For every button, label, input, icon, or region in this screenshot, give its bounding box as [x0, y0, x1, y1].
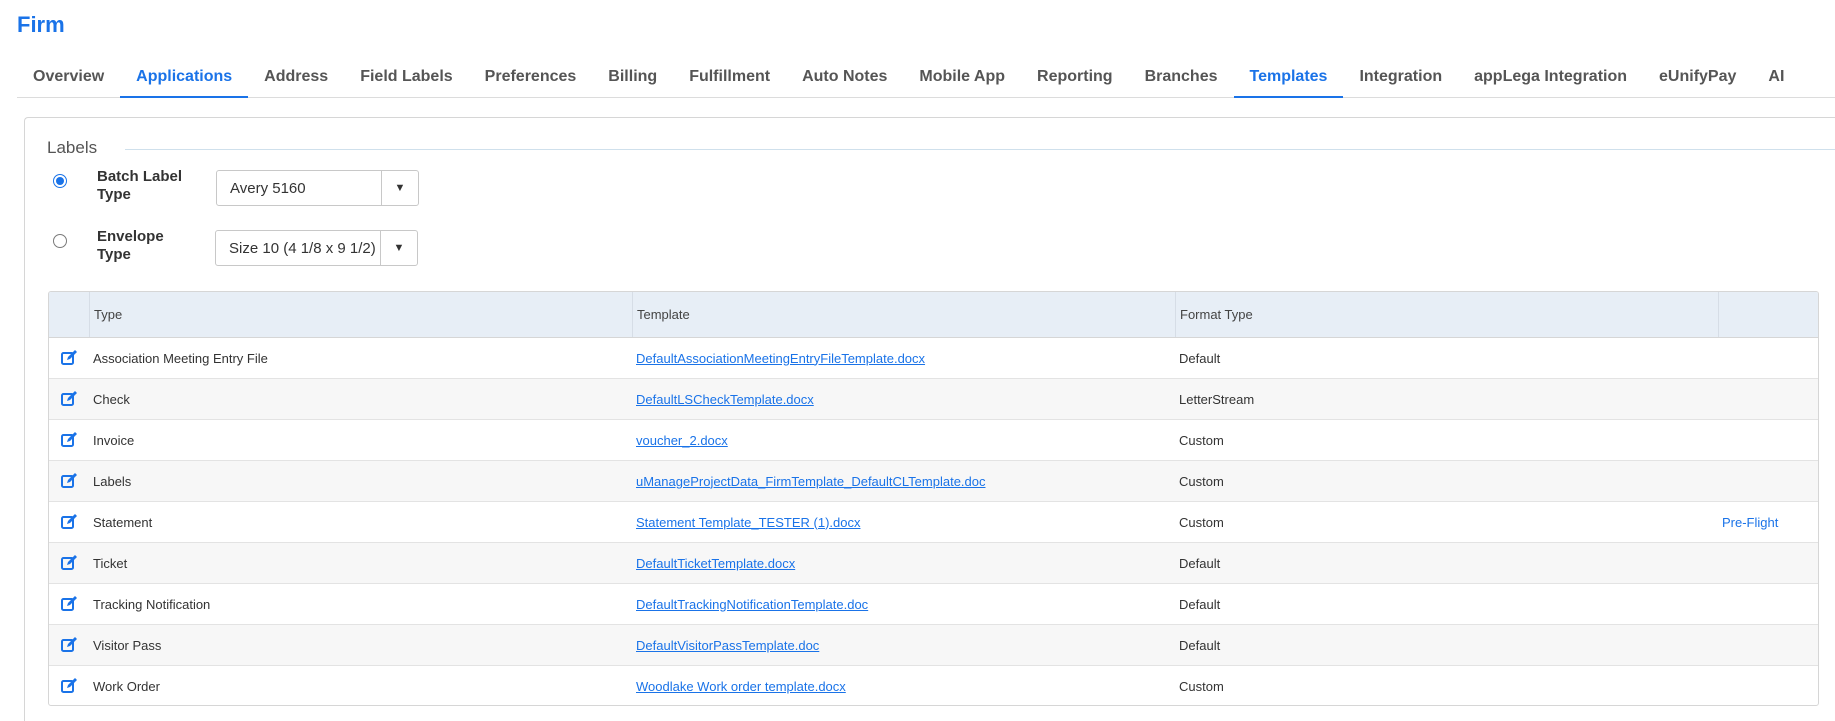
- tab-mobile-app[interactable]: Mobile App: [903, 58, 1021, 98]
- batch-label-radio[interactable]: [53, 174, 67, 188]
- grid-header: Type Template Format Type: [49, 292, 1818, 338]
- header-format-type[interactable]: Format Type: [1175, 292, 1718, 337]
- tab-eunifypay[interactable]: eUnifyPay: [1643, 58, 1752, 98]
- cell-format-type: LetterStream: [1179, 391, 1255, 407]
- template-link[interactable]: DefaultTrackingNotificationTemplate.doc: [636, 597, 868, 612]
- cell-template: DefaultAssociationMeetingEntryFileTempla…: [632, 351, 1175, 366]
- cell-type: Visitor Pass: [93, 637, 162, 653]
- tab-ai[interactable]: AI: [1752, 58, 1800, 98]
- cell-format-type: Custom: [1179, 473, 1224, 489]
- tab-billing[interactable]: Billing: [592, 58, 673, 98]
- caret-down-icon[interactable]: ▼: [380, 231, 417, 265]
- labels-legend: Labels: [47, 138, 98, 157]
- tab-field-labels[interactable]: Field Labels: [344, 58, 468, 98]
- header-type[interactable]: Type: [89, 292, 632, 337]
- template-link[interactable]: DefaultLSCheckTemplate.docx: [636, 392, 814, 407]
- cell-template: DefaultVisitorPassTemplate.doc: [632, 638, 1175, 653]
- table-row: Labels uManageProjectData_FirmTemplate_De…: [49, 461, 1818, 502]
- template-link[interactable]: voucher_2.docx: [636, 433, 728, 448]
- cell-format-type: Custom: [1179, 432, 1224, 448]
- table-row: Ticket DefaultTicketTemplate.docx Default: [49, 543, 1818, 584]
- template-link[interactable]: DefaultTicketTemplate.docx: [636, 556, 795, 571]
- template-link[interactable]: DefaultVisitorPassTemplate.doc: [636, 638, 819, 653]
- envelope-type-value: Size 10 (4 1/8 x 9 1/2): [229, 239, 376, 257]
- tab-templates[interactable]: Templates: [1233, 58, 1344, 98]
- template-link[interactable]: Woodlake Work order template.docx: [636, 679, 846, 694]
- header-action-col: [1718, 292, 1818, 337]
- page-title: Firm: [17, 12, 65, 37]
- batch-label-type-value: Avery 5160: [230, 179, 306, 197]
- tab-fulfillment[interactable]: Fulfillment: [673, 58, 786, 98]
- edit-icon[interactable]: [49, 554, 89, 572]
- cell-type: Association Meeting Entry File: [93, 350, 268, 366]
- cell-format-type: Custom: [1179, 678, 1224, 694]
- cell-type: Labels: [93, 473, 132, 489]
- table-row: Association Meeting Entry File DefaultAss…: [49, 338, 1818, 379]
- cell-template: Statement Template_TESTER (1).docx: [632, 515, 1175, 530]
- table-row: Statement Statement Template_TESTER (1).d…: [49, 502, 1818, 543]
- cell-template: DefaultLSCheckTemplate.docx: [632, 392, 1175, 407]
- header-template[interactable]: Template: [632, 292, 1175, 337]
- edit-icon[interactable]: [49, 636, 89, 654]
- tab-applega-integration[interactable]: appLega Integration: [1458, 58, 1643, 98]
- cell-format-type: Default: [1179, 555, 1221, 571]
- cell-format-type: Default: [1179, 596, 1221, 612]
- tab-bar: Overview Applications Address Field Labels P…: [17, 58, 1835, 98]
- cell-type: Ticket: [93, 555, 128, 571]
- cell-type: Invoice: [93, 432, 135, 448]
- labels-panel: Labels Batch Label Type Avery 5160 ▼ Env…: [24, 117, 1835, 721]
- cell-type: Tracking Notification: [93, 596, 211, 612]
- tab-applications[interactable]: Applications: [120, 58, 249, 98]
- edit-icon[interactable]: [49, 472, 89, 490]
- caret-down-icon[interactable]: ▼: [381, 171, 418, 205]
- table-row: Check DefaultLSCheckTemplate.docx LetterSt…: [49, 379, 1818, 420]
- table-row: Invoice voucher_2.docx Custom: [49, 420, 1818, 461]
- envelope-type-radio[interactable]: [53, 234, 67, 248]
- tab-reporting[interactable]: Reporting: [1021, 58, 1129, 98]
- tab-preferences[interactable]: Preferences: [469, 58, 593, 98]
- cell-format-type: Default: [1179, 350, 1221, 366]
- edit-icon[interactable]: [49, 677, 89, 695]
- cell-type: Work Order: [93, 678, 160, 694]
- edit-icon[interactable]: [49, 431, 89, 449]
- cell-template: Woodlake Work order template.docx: [632, 679, 1175, 694]
- grid-body: Association Meeting Entry File DefaultAss…: [49, 338, 1818, 705]
- template-link[interactable]: Statement Template_TESTER (1).docx: [636, 515, 860, 530]
- batch-label-type-label: Batch Label Type: [97, 168, 183, 203]
- batch-label-type-select[interactable]: Avery 5160 ▼: [216, 170, 419, 206]
- edit-icon[interactable]: [49, 349, 89, 367]
- edit-icon[interactable]: [49, 513, 89, 531]
- cell-template: DefaultTrackingNotificationTemplate.doc: [632, 597, 1175, 612]
- cell-format-type: Default: [1179, 637, 1221, 653]
- legend-divider: [125, 149, 1835, 150]
- envelope-type-select[interactable]: Size 10 (4 1/8 x 9 1/2) ▼: [215, 230, 418, 266]
- templates-grid: Type Template Format Type Association Me…: [48, 291, 1819, 706]
- cell-action: Pre-Flight: [1718, 515, 1818, 530]
- cell-format-type: Custom: [1179, 514, 1224, 530]
- template-link[interactable]: uManageProjectData_FirmTemplate_DefaultC…: [636, 474, 986, 489]
- tab-address[interactable]: Address: [248, 58, 344, 98]
- pre-flight-link[interactable]: Pre-Flight: [1722, 515, 1778, 530]
- tab-integration[interactable]: Integration: [1343, 58, 1458, 98]
- cell-type: Check: [93, 391, 130, 407]
- tab-overview[interactable]: Overview: [17, 58, 120, 98]
- envelope-type-label: Envelope Type: [97, 228, 164, 263]
- table-row: Visitor Pass DefaultVisitorPassTemplate.d…: [49, 625, 1818, 666]
- cell-template: voucher_2.docx: [632, 433, 1175, 448]
- cell-template: uManageProjectData_FirmTemplate_DefaultC…: [632, 474, 1175, 489]
- edit-icon[interactable]: [49, 390, 89, 408]
- cell-type: Statement: [93, 514, 153, 530]
- tab-auto-notes[interactable]: Auto Notes: [786, 58, 903, 98]
- cell-template: DefaultTicketTemplate.docx: [632, 556, 1175, 571]
- table-row: Tracking Notification DefaultTrackingNoti…: [49, 584, 1818, 625]
- template-link[interactable]: DefaultAssociationMeetingEntryFileTempla…: [636, 351, 925, 366]
- table-row: Work Order Woodlake Work order template.d…: [49, 666, 1818, 705]
- header-edit-col: [49, 292, 89, 337]
- tab-branches[interactable]: Branches: [1129, 58, 1234, 98]
- edit-icon[interactable]: [49, 595, 89, 613]
